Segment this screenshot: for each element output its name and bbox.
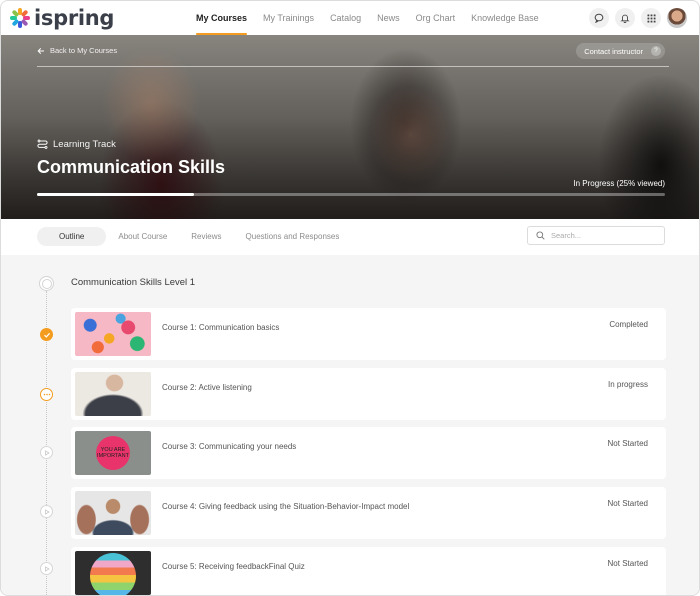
- course-title: Course 3: Communicating your needs: [162, 442, 297, 451]
- top-icons: [589, 8, 687, 28]
- course-title: Course 5: Receiving feedbackFinal Quiz: [162, 562, 305, 571]
- course-thumbnail-colorful-letters: [75, 312, 151, 356]
- course-title: Course 4: Giving feedback using the Situ…: [162, 502, 410, 511]
- course-status: Completed: [609, 320, 648, 329]
- course-status: Not Started: [607, 559, 648, 568]
- tab-about-course[interactable]: About Course: [106, 227, 179, 246]
- ispring-logo-icon: [10, 8, 30, 28]
- play-icon: [40, 446, 53, 459]
- course-thumbnail-man-with-glasses: [75, 372, 151, 416]
- in-progress-dots-icon: [40, 388, 53, 401]
- nav-knowledge-base[interactable]: Knowledge Base: [463, 1, 547, 35]
- course-title: Communication Skills: [37, 157, 226, 177]
- course-tabs: Outline About Course Reviews Questions a…: [37, 227, 351, 246]
- bell-icon: [620, 14, 630, 23]
- course-progress-bar: [37, 193, 665, 196]
- course-outline: Communication Skills Level 1 Course 1: C…: [1, 255, 699, 595]
- logo-text: ispring: [34, 6, 115, 30]
- search-icon: [536, 231, 545, 240]
- course-status: Not Started: [607, 499, 648, 508]
- tab-reviews[interactable]: Reviews: [179, 227, 233, 246]
- search-box[interactable]: [527, 226, 665, 245]
- apps-grid-icon: [647, 14, 655, 22]
- back-link-label: Back to My Courses: [50, 46, 118, 55]
- course-thumbnail-thumbs-up-man: [75, 491, 151, 535]
- play-icon: [40, 505, 53, 518]
- section-title: Communication Skills Level 1: [71, 277, 196, 288]
- notifications-button[interactable]: [615, 8, 635, 28]
- course-title: Course 1: Communication basics: [162, 323, 280, 332]
- learning-track-text: Learning Track: [53, 139, 116, 150]
- course-status: Not Started: [607, 439, 648, 448]
- contact-instructor-label: Contact instructor: [584, 46, 643, 56]
- thumbnail-sign-text: YOU ARE IMPORTANT: [96, 436, 130, 470]
- user-avatar[interactable]: [667, 8, 687, 28]
- completed-check-icon: [40, 328, 53, 341]
- nav-my-trainings[interactable]: My Trainings: [255, 1, 322, 35]
- back-to-my-courses-link[interactable]: Back to My Courses: [37, 46, 117, 55]
- course-thumbnail-rainbow-smiley: [75, 551, 151, 595]
- help-icon: ?: [651, 46, 661, 56]
- chat-button[interactable]: [589, 8, 609, 28]
- play-icon: [40, 562, 53, 575]
- course-thumbnail-you-are-important: YOU ARE IMPORTANT: [75, 431, 151, 475]
- course-title: Course 2: Active listening: [162, 383, 252, 392]
- nav-catalog[interactable]: Catalog: [322, 1, 369, 35]
- chat-icon: [594, 13, 604, 23]
- course-item[interactable]: Course 1: Communication basics Completed: [71, 308, 666, 360]
- course-progress-fill: [37, 193, 194, 196]
- progress-status-text: In Progress (25% viewed): [573, 179, 665, 188]
- tab-questions-and-responses[interactable]: Questions and Responses: [234, 227, 352, 246]
- main-nav: My Courses My Trainings Catalog News Org…: [188, 1, 547, 35]
- course-hero-banner: Back to My Courses Contact instructor ? …: [1, 35, 699, 219]
- tab-outline[interactable]: Outline: [37, 227, 107, 246]
- hero-background-photo: [1, 35, 699, 219]
- nav-news[interactable]: News: [369, 1, 408, 35]
- section-node-icon: [39, 276, 54, 291]
- course-status: In progress: [607, 380, 648, 389]
- hero-divider: [37, 66, 669, 67]
- ispring-logo[interactable]: ispring: [10, 6, 115, 30]
- learning-track-label: Learning Track: [37, 139, 116, 150]
- arrow-left-icon: [37, 47, 44, 54]
- learning-track-icon: [37, 139, 48, 149]
- course-item[interactable]: Course 5: Receiving feedbackFinal Quiz N…: [71, 547, 666, 595]
- apps-button[interactable]: [641, 8, 661, 28]
- top-navigation-bar: ispring My Courses My Trainings Catalog …: [1, 1, 699, 35]
- course-item[interactable]: Course 2: Active listening In progress: [71, 368, 666, 420]
- course-tabs-bar: Outline About Course Reviews Questions a…: [1, 219, 699, 255]
- search-input[interactable]: [551, 231, 651, 240]
- nav-my-courses[interactable]: My Courses: [188, 1, 255, 35]
- course-item[interactable]: Course 4: Giving feedback using the Situ…: [71, 487, 666, 539]
- course-item[interactable]: YOU ARE IMPORTANT Course 3: Communicatin…: [71, 427, 666, 479]
- app-window: ispring My Courses My Trainings Catalog …: [0, 0, 700, 596]
- nav-org-chart[interactable]: Org Chart: [408, 1, 464, 35]
- contact-instructor-button[interactable]: Contact instructor ?: [576, 43, 665, 59]
